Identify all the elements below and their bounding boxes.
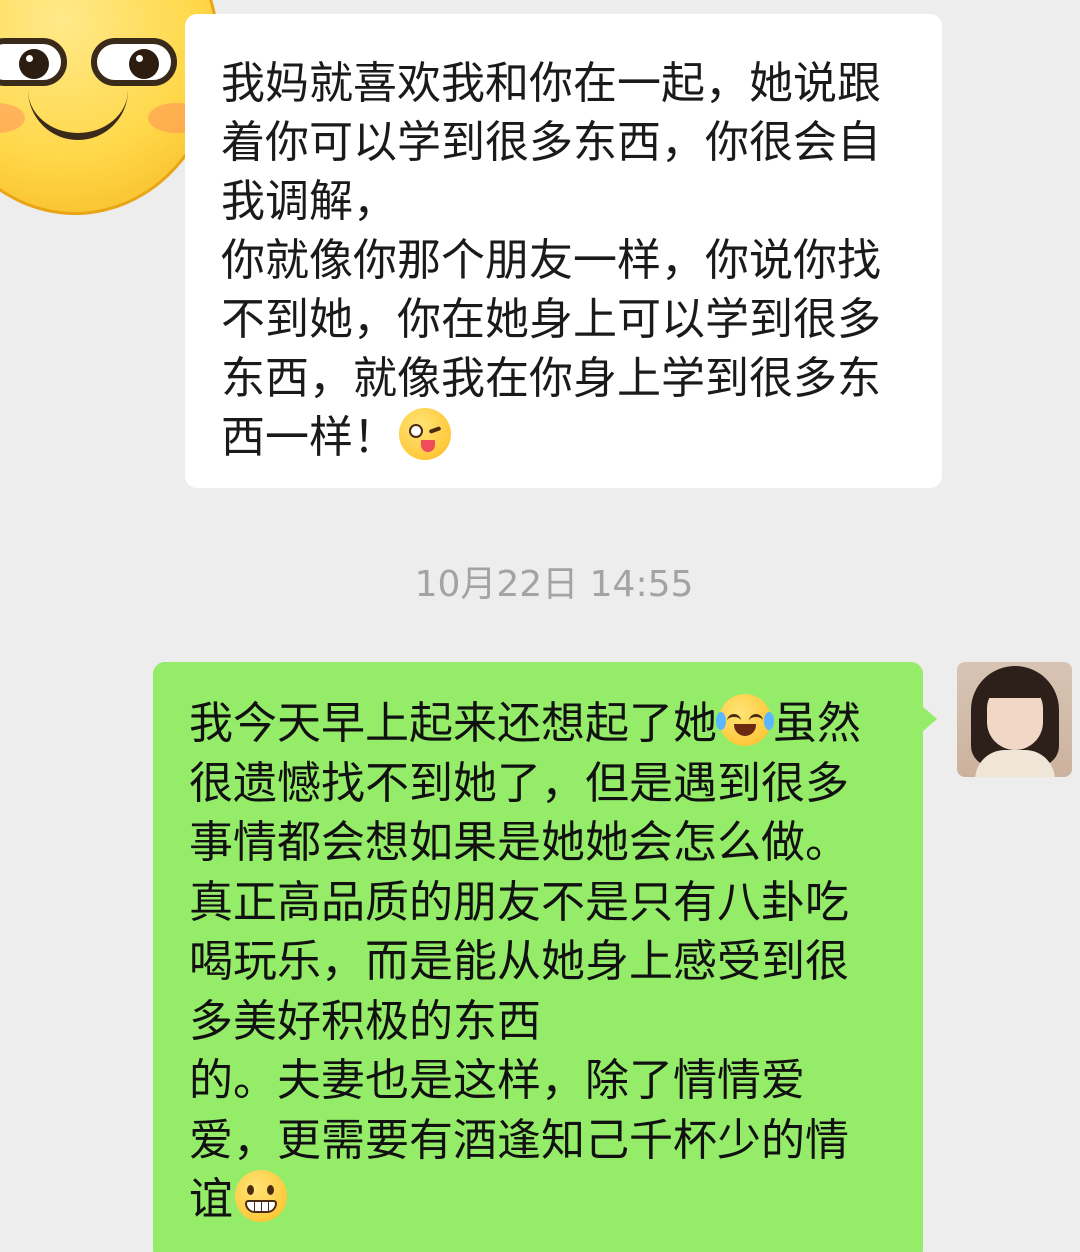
outgoing-message-part-1: 我今天早上起来还想起了她 [189,698,717,749]
avatar-eye-left [0,38,67,86]
grin-emoji-icon [235,1170,287,1222]
avatar-mouth [28,83,128,140]
incoming-message-text: 我妈就喜欢我和你在一起，她说跟着你可以学到很多东西，你很会自我调解， 你就像你那… [221,54,912,467]
laugh-cry-emoji-icon [716,694,774,746]
incoming-message-body: 我妈就喜欢我和你在一起，她说跟着你可以学到很多东西，你很会自我调解， 你就像你那… [221,58,881,463]
incoming-message-bubble[interactable]: 我妈就喜欢我和你在一起，她说跟着你可以学到很多东西，你很会自我调解， 你就像你那… [185,14,942,488]
message-timestamp: 10月22日 14:55 [414,564,694,605]
user-avatar[interactable] [957,662,1072,777]
outgoing-message-text: 我今天早上起来还想起了她 虽然很遗憾找不到她了，但是遇到很多事情都会想如果是她她会… [189,694,875,1230]
wink-tongue-emoji-icon [399,408,451,460]
outgoing-message-bubble[interactable]: 我今天早上起来还想起了她 虽然很遗憾找不到她了，但是遇到很多事情都会想如果是她她会… [153,662,937,1252]
outgoing-message-part-2: 虽然很遗憾找不到她了，但是遇到很多事情都会想如果是她她会怎么做。真正高品质的朋友… [189,698,861,1225]
chat-screen: 我妈就喜欢我和你在一起，她说跟着你可以学到很多东西，你很会自我调解， 你就像你那… [0,0,1080,1252]
avatar-eye-right [91,38,177,86]
